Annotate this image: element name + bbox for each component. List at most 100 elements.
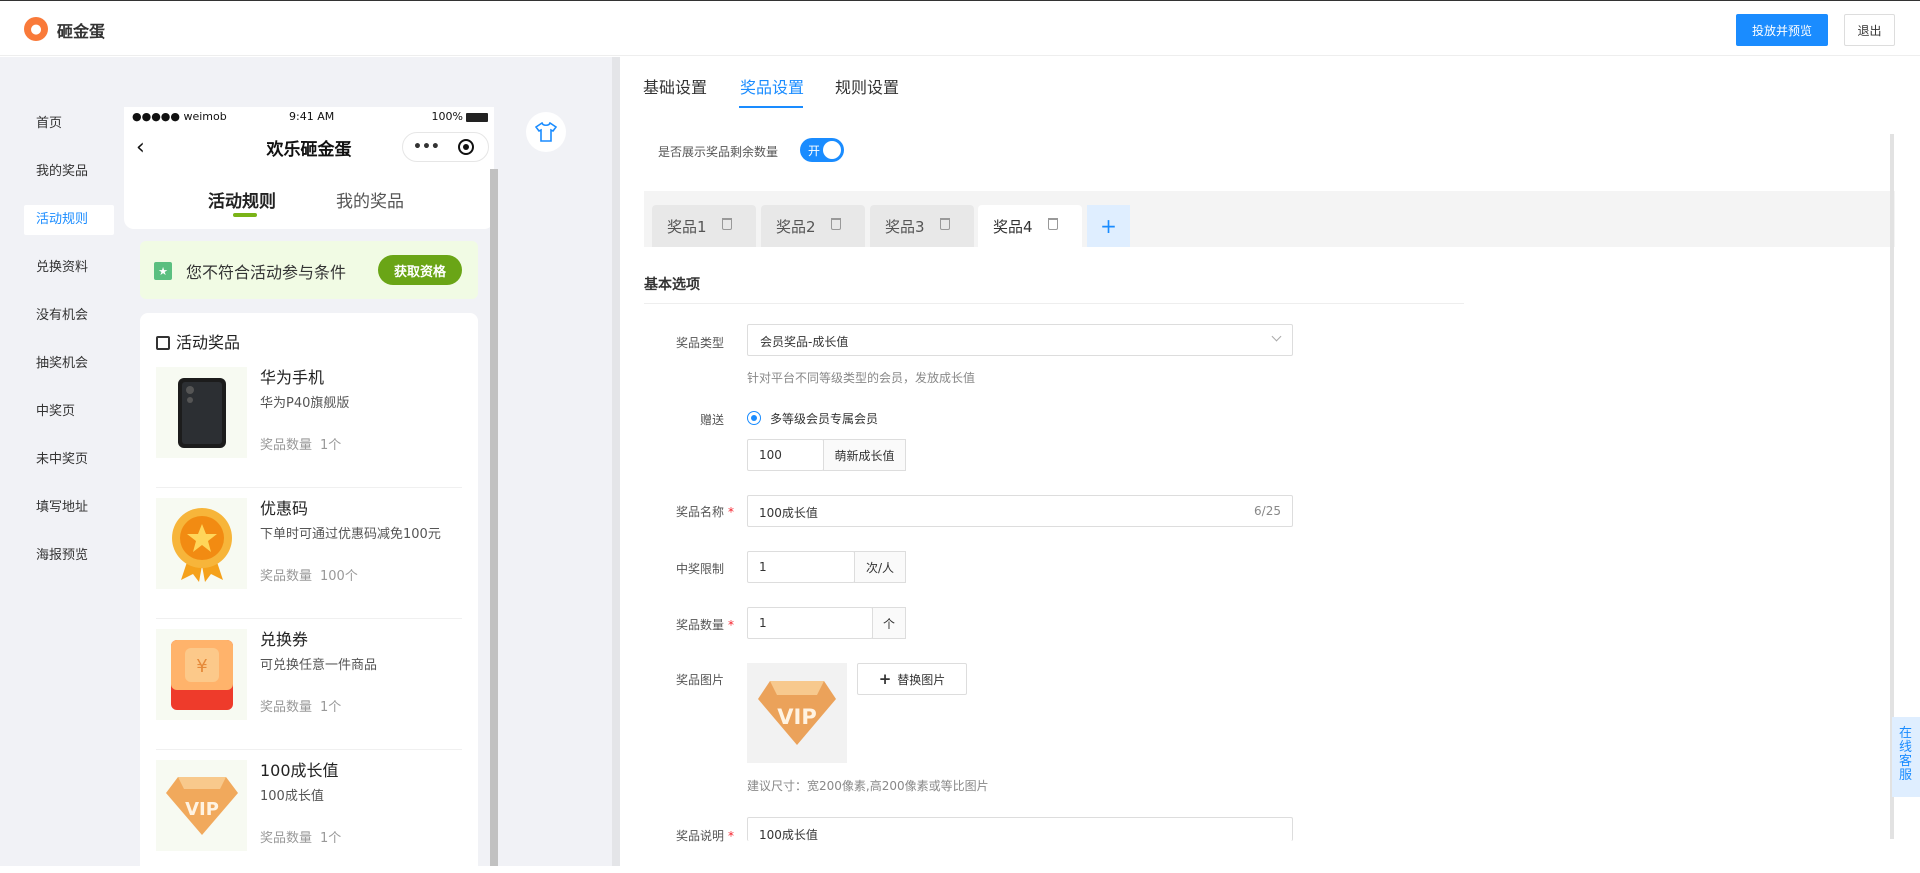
- section-divider: [644, 303, 1464, 304]
- pane-divider[interactable]: [612, 57, 620, 866]
- win-limit-label: 中奖限制: [676, 562, 725, 576]
- page-nav: 首页 我的奖品 活动规则 兑换资料 没有机会 抽奖机会 中奖页 未中奖页 填写地…: [24, 109, 114, 589]
- delete-icon[interactable]: [722, 218, 732, 230]
- prize-name: 优惠码: [260, 499, 309, 518]
- nav-item-win-page[interactable]: 中奖页: [24, 397, 114, 427]
- prize-desc: 100成长值: [260, 789, 324, 804]
- prize-name: 100成长值: [260, 761, 339, 780]
- plus-icon: +: [878, 670, 892, 688]
- nav-item-redeem-info[interactable]: 兑换资料: [24, 253, 114, 283]
- theme-shirt-icon[interactable]: [526, 112, 566, 152]
- tab-rules[interactable]: 活动规则: [208, 187, 276, 212]
- prize-tab-3[interactable]: 奖品3: [870, 205, 974, 247]
- vip-diamond-icon: VIP: [156, 760, 247, 851]
- prize-qty-input[interactable]: 1: [747, 607, 873, 639]
- prize-tab-1[interactable]: 奖品1: [652, 205, 756, 247]
- prize-list: 华为手机 华为P40旗舰版 奖品数量 1个 优惠码 下单时可通过优惠码减免100元…: [156, 357, 462, 873]
- prize-tabs: 奖品1 奖品2 奖品3 奖品4 +: [644, 191, 1895, 247]
- phone-header: ●●●●● weimob 9:41 AM 100% ‹ 欢乐砸金蛋 ••• 活动…: [124, 107, 494, 229]
- growth-value-input[interactable]: 100: [747, 439, 824, 471]
- delete-icon[interactable]: [940, 218, 950, 230]
- nav-item-poster-preview[interactable]: 海报预览: [24, 541, 114, 571]
- prize-type-label: 奖品类型: [676, 336, 725, 350]
- battery-icon: [466, 112, 488, 122]
- gift-option-label[interactable]: 多等级会员专属会员: [770, 410, 878, 427]
- get-eligibility-button[interactable]: 获取资格: [378, 255, 462, 285]
- prize-name-input[interactable]: 100成长值 6/25: [747, 495, 1293, 527]
- nav-item-draw-chance[interactable]: 抽奖机会: [24, 349, 114, 379]
- tab-prize-settings[interactable]: 奖品设置: [740, 74, 804, 98]
- phone-preview: ●●●●● weimob 9:41 AM 100% ‹ 欢乐砸金蛋 ••• 活动…: [124, 107, 494, 873]
- prize-desc: 华为P40旗舰版: [260, 396, 350, 411]
- medal-icon: [156, 498, 247, 589]
- win-limit-input[interactable]: 1: [747, 551, 855, 583]
- prize-name: 兑换券: [260, 630, 309, 649]
- nav-item-fill-address[interactable]: 填写地址: [24, 493, 114, 523]
- nav-item-no-chance[interactable]: 没有机会: [24, 301, 114, 331]
- more-icon[interactable]: •••: [413, 139, 440, 155]
- capsule-menu[interactable]: •••: [402, 132, 489, 162]
- prize-desc-input[interactable]: 100成长值: [747, 817, 1293, 842]
- battery-text: 100%: [431, 110, 463, 123]
- svg-text:¥: ¥: [196, 656, 207, 677]
- prize-qty: 奖品数量 1个: [260, 831, 342, 846]
- toggle-knob: [823, 141, 841, 159]
- prize-name: 华为手机: [260, 368, 325, 387]
- gift-icon: [156, 336, 170, 350]
- logout-button[interactable]: 退出: [1844, 14, 1895, 46]
- char-counter: 6/25: [1254, 504, 1281, 518]
- prize-qty-addon: 个: [872, 607, 906, 639]
- status-bar: ●●●●● weimob 9:41 AM 100%: [132, 110, 488, 124]
- svg-text:VIP: VIP: [185, 799, 219, 820]
- show-remaining-toggle[interactable]: 开: [800, 138, 844, 162]
- list-item: ¥ 兑换券 可兑换任意一件商品 奖品数量 1个: [156, 619, 462, 750]
- nav-item-home[interactable]: 首页: [24, 109, 114, 139]
- active-tab-indicator: [739, 106, 803, 108]
- close-target-icon[interactable]: [458, 139, 474, 155]
- list-item: VIP 100成长值 100成长值 奖品数量 1个: [156, 750, 462, 873]
- prize-qty: 奖品数量 1个: [260, 438, 342, 453]
- nav-item-rules[interactable]: 活动规则: [24, 205, 114, 235]
- preview-pane: 首页 我的奖品 活动规则 兑换资料 没有机会 抽奖机会 中奖页 未中奖页 填写地…: [0, 57, 612, 873]
- prize-image-preview: VIP: [747, 663, 847, 763]
- delete-icon[interactable]: [831, 218, 841, 230]
- tab-basic-settings[interactable]: 基础设置: [643, 74, 707, 98]
- tab-my-prizes[interactable]: 我的奖品: [336, 187, 404, 212]
- delete-icon[interactable]: [1048, 218, 1058, 230]
- carrier-text: ●●●●● weimob: [132, 110, 227, 123]
- image-size-hint: 建议尺寸：宽200像素,高200像素或等比图片: [747, 779, 989, 793]
- win-limit-addon: 次/人: [854, 551, 906, 583]
- prize-name-label: 奖品名称 *: [676, 505, 735, 519]
- app-name: 砸金蛋: [57, 22, 106, 41]
- logo-icon: ●: [24, 17, 48, 41]
- online-service-button[interactable]: 在线客服: [1892, 717, 1920, 797]
- vip-diamond-icon: VIP: [758, 681, 836, 745]
- prize-type-select[interactable]: 会员奖品-成长值: [747, 324, 1293, 356]
- notice-text: 您不符合活动参与条件: [186, 263, 347, 282]
- tab-rule-settings[interactable]: 规则设置: [835, 74, 899, 98]
- section-title: 基本选项: [644, 277, 700, 293]
- nav-item-my-prizes[interactable]: 我的奖品: [24, 157, 114, 187]
- list-item: 华为手机 华为P40旗舰版 奖品数量 1个: [156, 357, 462, 488]
- gift-label: 赠送: [700, 413, 725, 427]
- nav-item-lose-page[interactable]: 未中奖页: [24, 445, 114, 475]
- replace-image-button[interactable]: + 替换图片: [857, 663, 967, 695]
- gift-option-radio[interactable]: [747, 411, 761, 425]
- svg-text:VIP: VIP: [777, 705, 816, 729]
- prize-tab-4[interactable]: 奖品4: [978, 205, 1082, 247]
- eligibility-notice: ★ 您不符合活动参与条件 获取资格: [140, 241, 478, 299]
- card-title: 活动奖品: [156, 329, 240, 353]
- status-time: 9:41 AM: [289, 110, 335, 123]
- star-badge-icon: ★: [154, 262, 172, 280]
- prize-qty: 奖品数量 1个: [260, 700, 342, 715]
- prize-desc: 可兑换任意一件商品: [260, 658, 378, 673]
- prize-tab-2[interactable]: 奖品2: [761, 205, 865, 247]
- red-envelope-icon: ¥: [156, 629, 247, 720]
- add-prize-tab-button[interactable]: +: [1087, 205, 1130, 247]
- tab-indicator: [233, 213, 257, 217]
- prize-card: 活动奖品 华为手机 华为P40旗舰版 奖品数量 1个 优惠码 下单时可通过优惠码减…: [140, 313, 478, 873]
- prize-type-hint: 针对平台不同等级类型的会员，发放成长值: [747, 371, 976, 385]
- preview-scrollbar[interactable]: [490, 169, 498, 866]
- publish-preview-button[interactable]: 投放并预览: [1736, 14, 1828, 46]
- toggle-text: 开: [808, 144, 821, 158]
